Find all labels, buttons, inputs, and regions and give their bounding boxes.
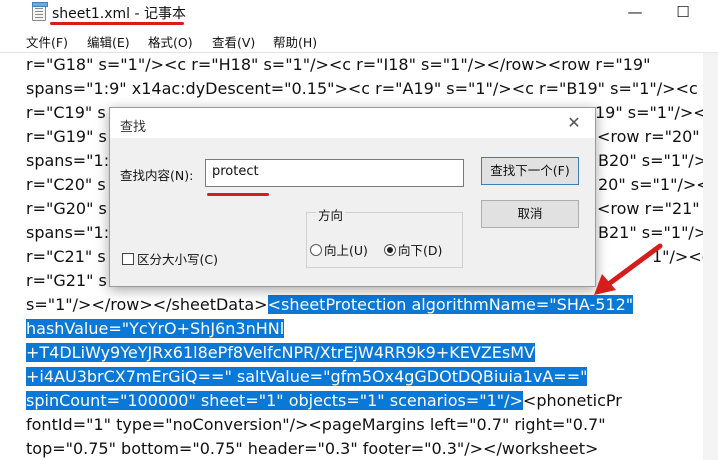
- editor-line: spans="1:9" x14ac:dyDescent="0.15"><c r=…: [26, 79, 698, 98]
- editor-line: r="G21" s: [26, 271, 107, 290]
- editor-line: r="C19" s: [26, 103, 106, 122]
- radio-checked-icon: [384, 244, 396, 256]
- title-bar: sheet1.xml - 记事本 — ☐: [0, 0, 718, 26]
- find-what-input[interactable]: protect: [205, 159, 464, 187]
- menu-help[interactable]: 帮助(H): [273, 32, 317, 51]
- match-case-checkbox[interactable]: 区分大小写(C): [122, 249, 218, 268]
- title-annotation-underline: [50, 22, 184, 25]
- menu-format[interactable]: 格式(O): [148, 32, 193, 51]
- selected-text: hashValue="YcYrO+ShJ6n3nHNl: [26, 319, 285, 338]
- editor-line: spinCount="100000" sheet="1" objects="1"…: [26, 389, 622, 413]
- radio-circle-icon: [310, 244, 322, 256]
- vertical-scrollbar[interactable]: [703, 53, 718, 460]
- editor-line: r="C21" s: [26, 247, 106, 266]
- selected-text: spinCount="100000" sheet="1" objects="1"…: [26, 391, 523, 410]
- editor-line: r="G18" s="1"/><c r="H18" s="1"/><c r="I…: [26, 55, 651, 74]
- editor-line: s="1"/></row></sheetData><sheetProtectio…: [26, 293, 634, 317]
- find-annotation-underline: [207, 193, 269, 196]
- menu-view[interactable]: 查看(V): [212, 32, 255, 51]
- selected-text: <sheetProtection algorithmName="SHA-512": [267, 295, 634, 314]
- editor-line-right: 19" s="1"/><c: [595, 103, 716, 122]
- maximize-button[interactable]: ☐: [663, 0, 703, 24]
- editor-line: top="0.75" bottom="0.75" header="0.3" fo…: [26, 439, 599, 458]
- checkbox-icon: [122, 253, 134, 265]
- menu-edit[interactable]: 编辑(E): [87, 32, 130, 51]
- direction-up-label: 向上(U): [324, 243, 368, 258]
- editor-line-right: <row r="20": [597, 127, 700, 146]
- editor-line: spans="1:: [26, 223, 110, 242]
- cancel-button[interactable]: 取消: [481, 200, 579, 228]
- editor-line-right: B20" s="1"/><c: [598, 151, 718, 170]
- editor-line-right: 20" s="1"/><c: [598, 175, 718, 194]
- dialog-close-button[interactable]: ✕: [561, 111, 587, 135]
- dialog-title-bar: [110, 108, 595, 138]
- find-dialog: 查找 ✕ 查找内容(N): protect 查找下一个(F) 取消 方向 向上(…: [109, 107, 596, 287]
- menu-bar: 文件(F) 编辑(E) 格式(O) 查看(V) 帮助(H): [0, 28, 718, 52]
- window-title: sheet1.xml - 记事本: [52, 6, 187, 22]
- plain-text: s="1"/></row></sheetData>: [26, 295, 268, 314]
- find-next-button[interactable]: 查找下一个(F): [481, 157, 579, 185]
- editor-line: fontId="1" type="noConversion"/><pageMar…: [26, 415, 606, 434]
- menu-file[interactable]: 文件(F): [26, 32, 68, 51]
- editor-line: r="C20" s: [26, 175, 106, 194]
- editor-line: +i4AU3brCX7mErGiQ==" saltValue="gfm5Ox4g…: [26, 365, 588, 389]
- selected-text: +T4DLiWy9YeYJRx61l8ePf8VelfcNPR/XtrEjW4R…: [26, 343, 535, 362]
- dialog-title: 查找: [120, 120, 147, 135]
- editor-line: hashValue="YcYrO+ShJ6n3nHNl: [26, 317, 285, 341]
- editor-line-right: <row r="21": [597, 199, 700, 218]
- direction-up-radio[interactable]: 向上(U): [310, 240, 368, 259]
- editor-line: spans="1:: [26, 151, 110, 170]
- editor-line: r="G19" s: [26, 127, 107, 146]
- editor-line: r="G20" s: [26, 199, 107, 218]
- editor-line: +T4DLiWy9YeYJRx61l8ePf8VelfcNPR/XtrEjW4R…: [26, 341, 535, 365]
- direction-down-radio[interactable]: 向下(D): [384, 240, 442, 259]
- direction-down-label: 向下(D): [398, 243, 443, 258]
- match-case-label: 区分大小写(C): [137, 252, 218, 267]
- direction-label: 方向: [316, 205, 346, 224]
- notepad-icon: [32, 2, 48, 21]
- find-what-label: 查找内容(N):: [120, 168, 194, 183]
- plain-text: <phoneticPr: [522, 391, 622, 410]
- red-arrow-annotation-icon: [594, 243, 663, 295]
- selected-text: +i4AU3brCX7mErGiQ==" saltValue="gfm5Ox4g…: [26, 367, 588, 386]
- minimize-button[interactable]: —: [615, 0, 655, 24]
